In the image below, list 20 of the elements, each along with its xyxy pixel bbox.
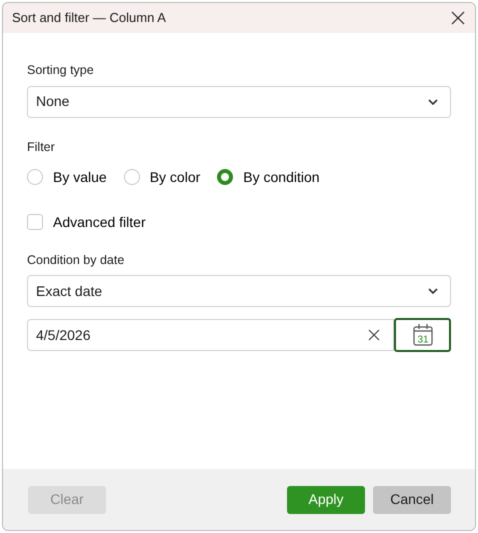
close-button[interactable] <box>449 9 467 27</box>
radio-option[interactable]: By color <box>124 166 200 188</box>
advanced-filter-checkbox[interactable]: Advanced filter <box>27 212 146 232</box>
calendar-icon: 31 <box>412 324 432 346</box>
date-field[interactable]: 4/5/2026 <box>27 319 394 352</box>
field-label: Condition by date <box>27 252 124 269</box>
section-label: Filter <box>27 138 55 156</box>
window-title: Sort and filter — Column A <box>12 9 166 28</box>
radio-option[interactable]: By value <box>27 166 107 188</box>
field-label: Sorting type <box>27 62 94 79</box>
radio-option[interactable]: By condition <box>217 166 320 188</box>
condition-dropdown[interactable]: Exact date <box>27 275 451 308</box>
chevron-icon <box>428 98 438 105</box>
calendar-button[interactable]: 31 <box>394 318 451 352</box>
chevron-icon <box>428 288 438 294</box>
footer-button[interactable]: Apply <box>287 486 365 514</box>
close-icon <box>451 11 465 25</box>
footer-button[interactable]: Cancel <box>373 486 451 514</box>
clear-icon <box>368 329 380 342</box>
sorting-dropdown[interactable]: None <box>27 86 451 118</box>
